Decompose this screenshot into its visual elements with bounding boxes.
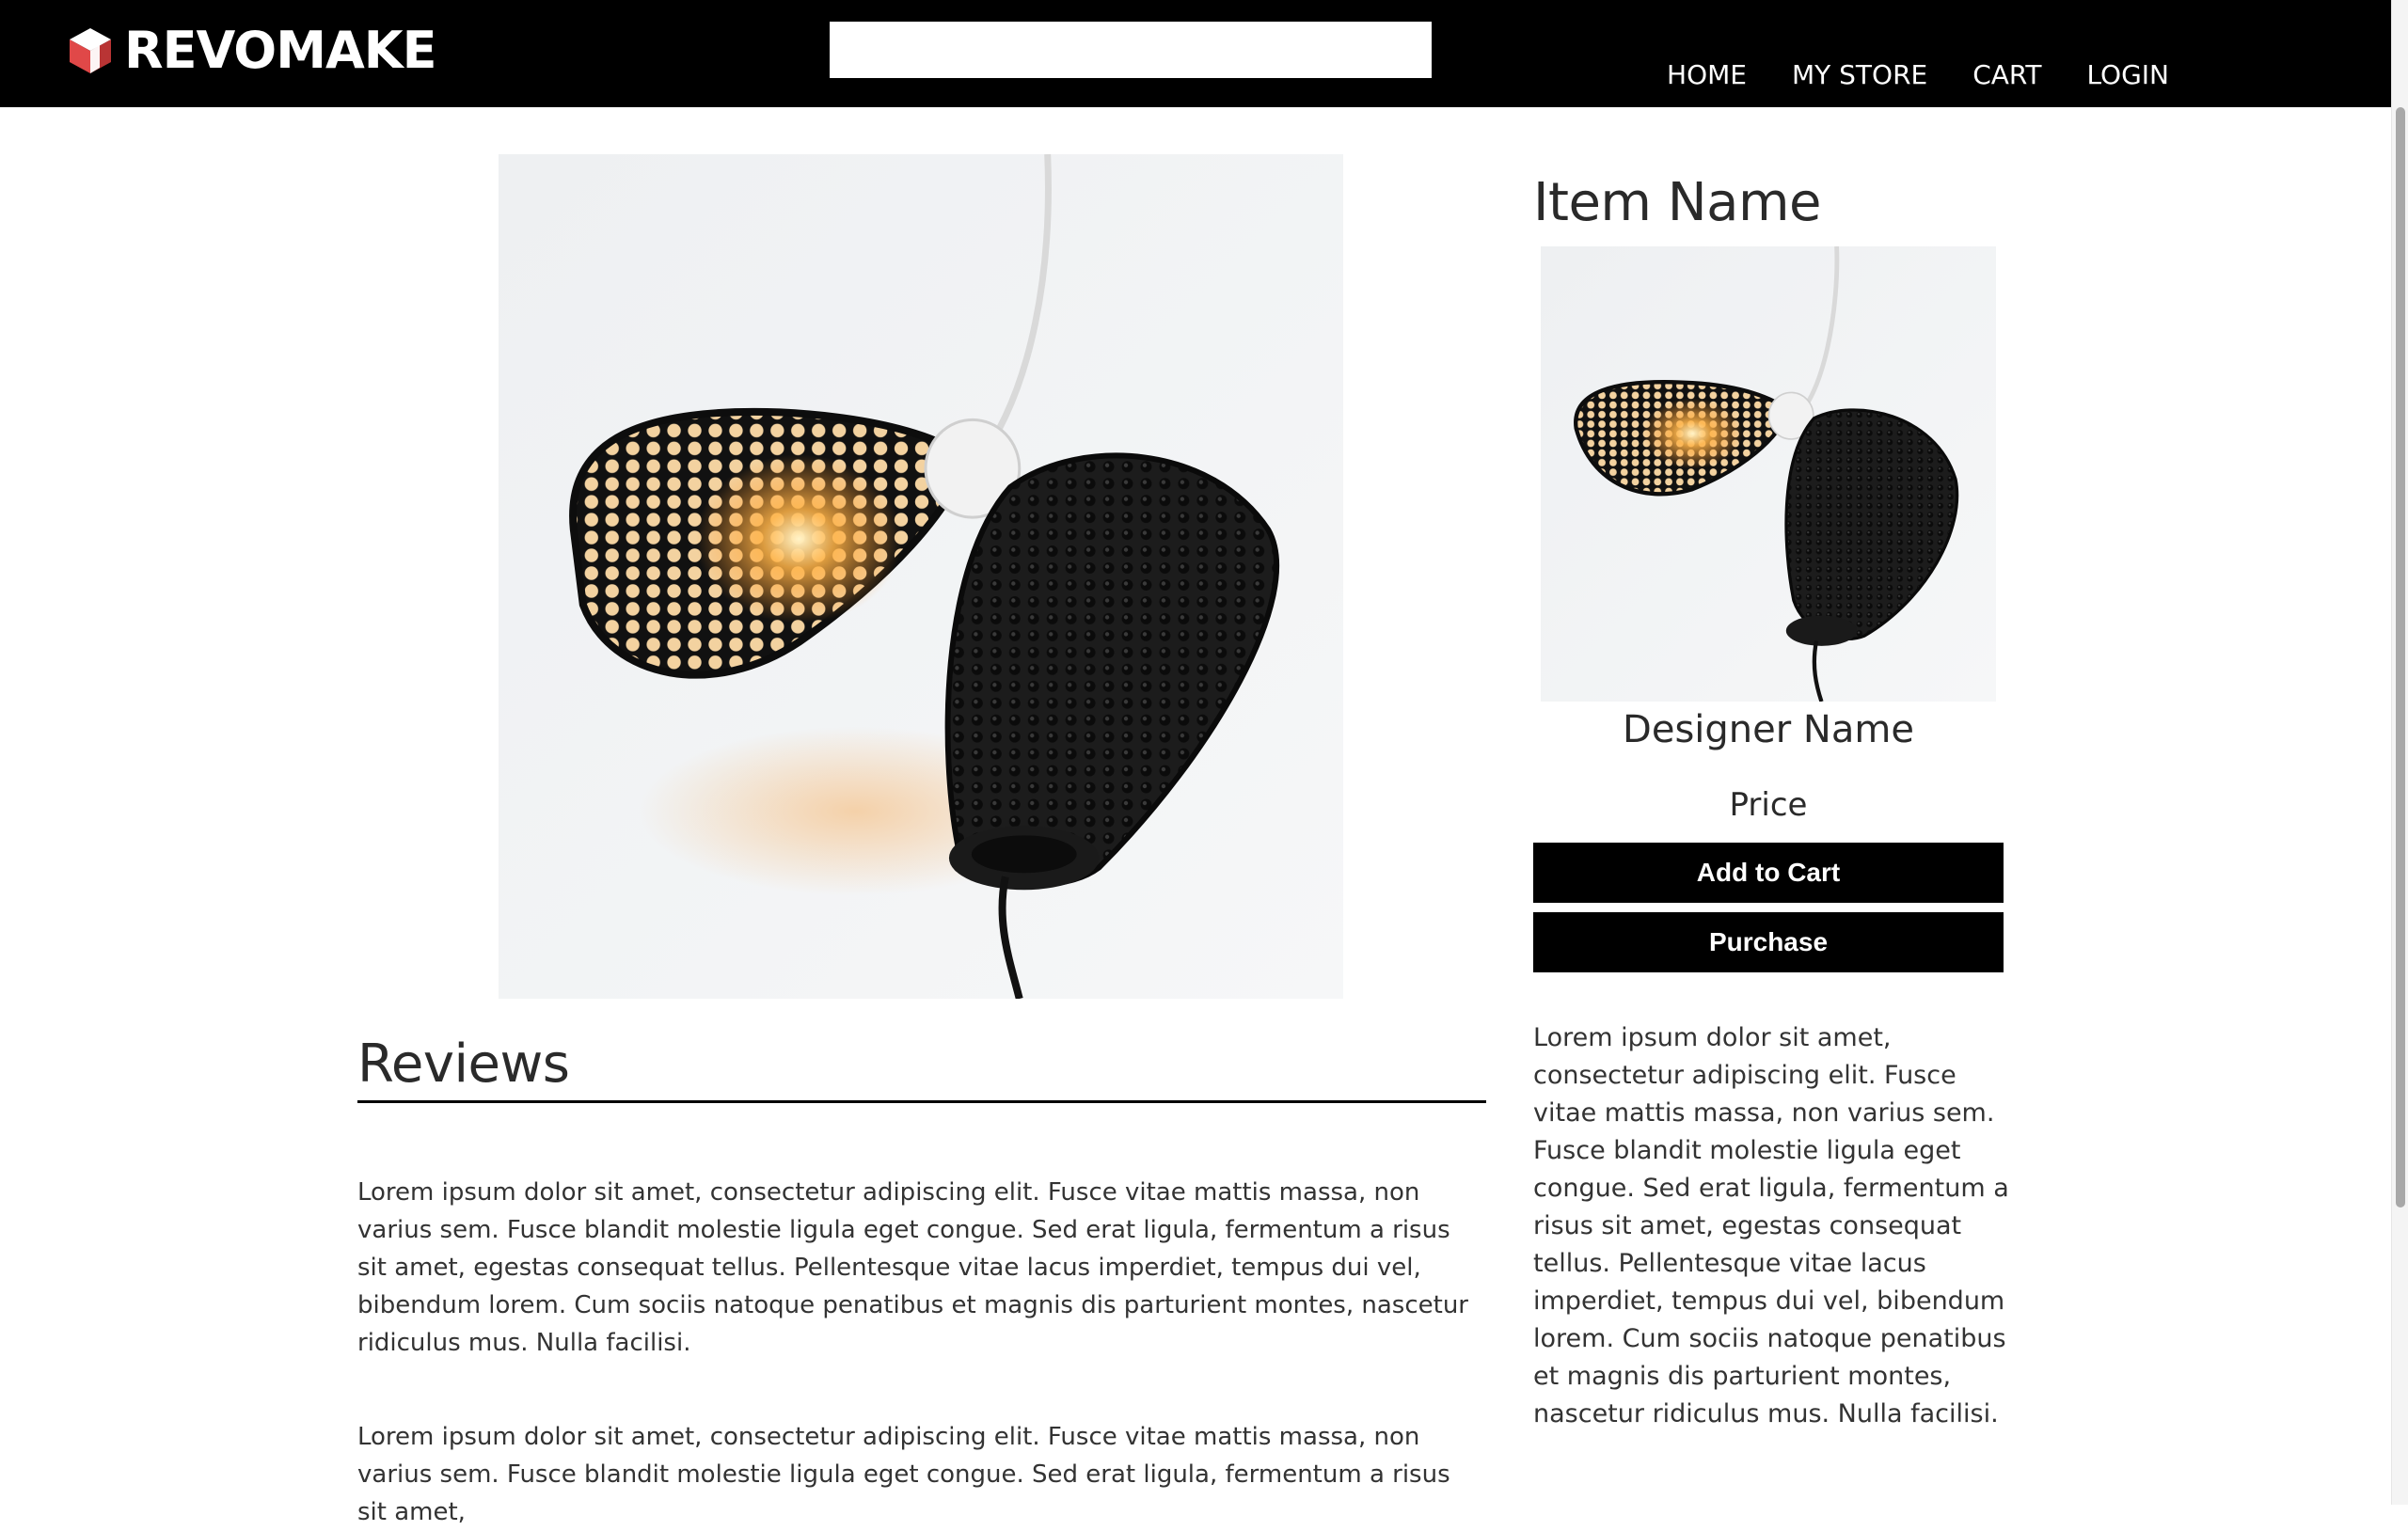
nav-home-link[interactable]: HOME <box>1667 56 1747 94</box>
product-main-image <box>499 154 1343 999</box>
product-thumbnail-image[interactable] <box>1541 246 1996 702</box>
top-nav-bar: REVOMAKE HOME MY STORE CART LOGIN <box>0 0 2408 107</box>
review-text: Lorem ipsum dolor sit amet, consectetur … <box>357 1178 1468 1357</box>
nav-login-link[interactable]: LOGIN <box>2086 56 2169 94</box>
item-name: Item Name <box>1533 172 1822 233</box>
reviews-heading: Reviews <box>357 1031 1486 1103</box>
cube-icon <box>70 28 111 73</box>
product-description: Lorem ipsum dolor sit amet, consectetur … <box>1533 1023 2009 1428</box>
page-scrollbar[interactable] <box>2391 0 2408 1505</box>
logo-link[interactable]: REVOMAKE <box>68 24 436 77</box>
main-nav: HOME MY STORE CART LOGIN <box>1667 56 2169 94</box>
scrollbar-thumb[interactable] <box>2396 107 2405 1207</box>
nav-cart-link[interactable]: CART <box>1972 56 2041 94</box>
add-to-cart-button[interactable]: Add to Cart <box>1533 843 2004 903</box>
search-input[interactable] <box>830 22 1432 78</box>
purchase-button[interactable]: Purchase <box>1533 912 2004 972</box>
review-text: Lorem ipsum dolor sit amet, consectetur … <box>357 1423 1450 1526</box>
price-label: Price <box>1729 786 1808 824</box>
designer-name[interactable]: Designer Name <box>1533 700 2004 760</box>
nav-my-store-link[interactable]: MY STORE <box>1792 56 1927 94</box>
logo-text: REVOMAKE <box>124 21 436 80</box>
